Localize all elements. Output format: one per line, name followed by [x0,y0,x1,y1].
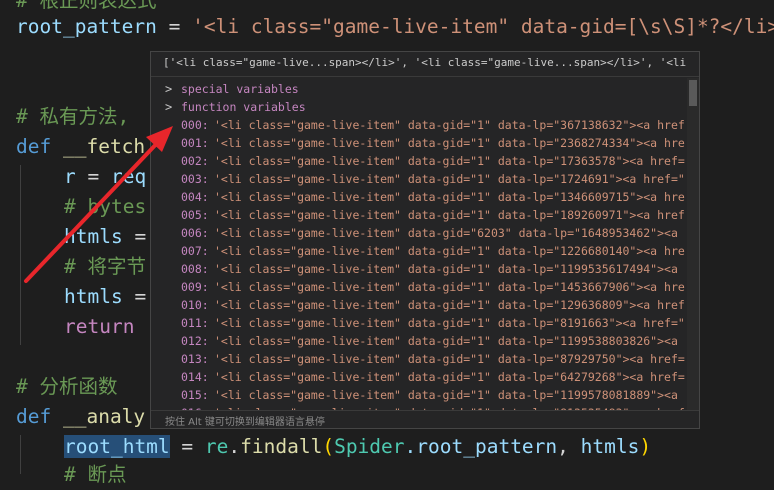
arrow-shaft [24,136,164,283]
red-arrow-annotation [24,126,173,283]
